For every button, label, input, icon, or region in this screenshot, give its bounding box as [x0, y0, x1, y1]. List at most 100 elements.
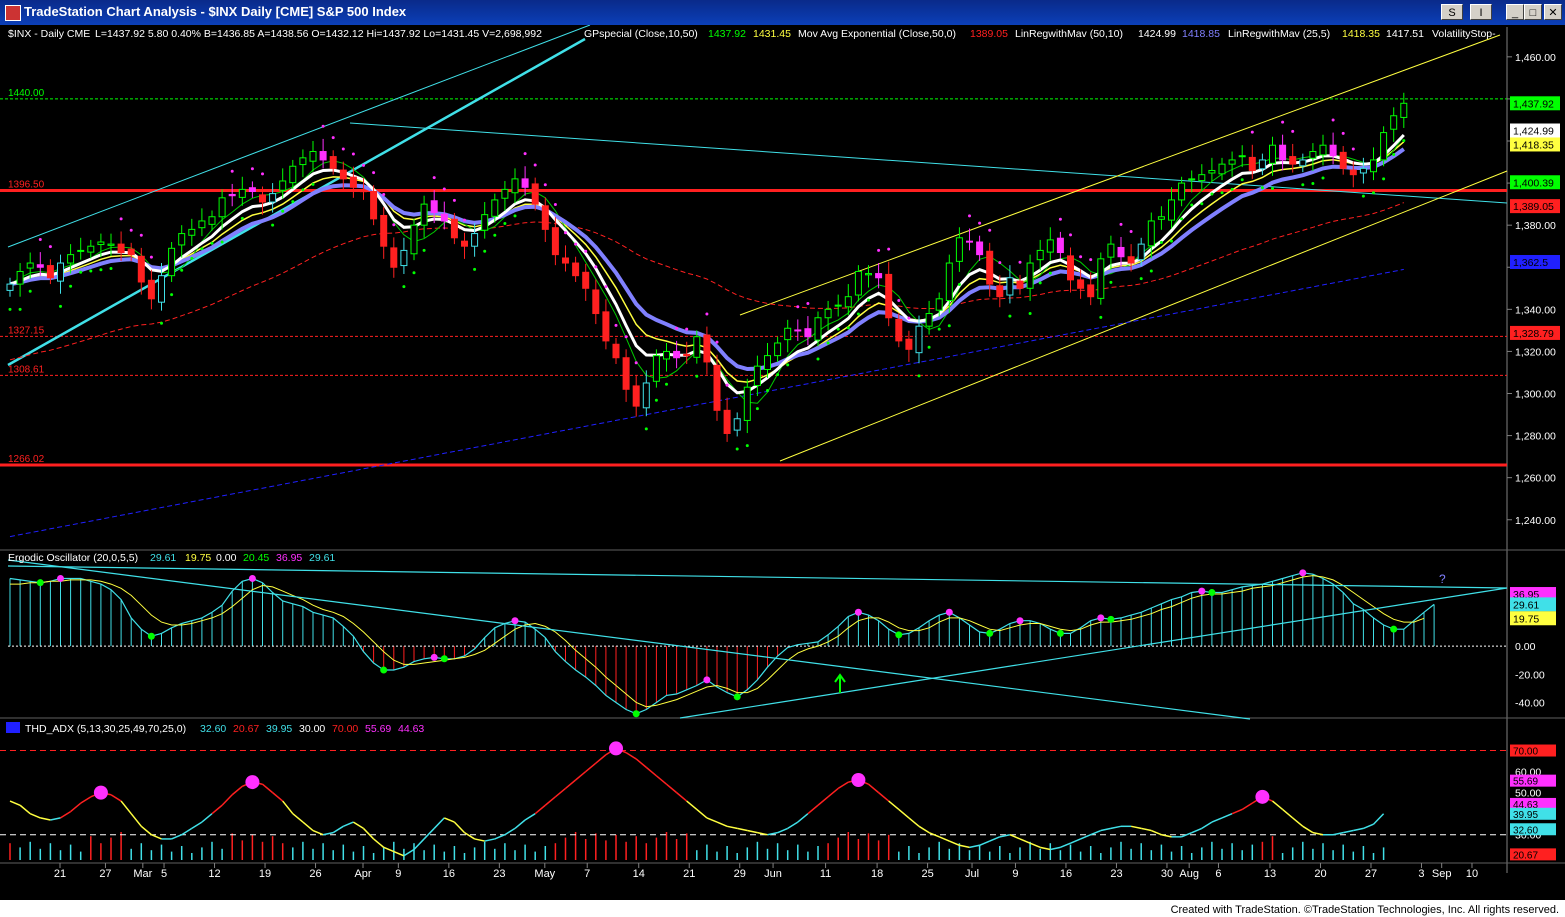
maximize-button[interactable]: □	[1524, 4, 1542, 20]
volatility-stop-dot	[1361, 194, 1365, 198]
horizontal-level-label: 1308.61	[8, 364, 45, 375]
price-tick-label: 1,280.00	[1515, 431, 1556, 443]
volatility-stop-dot	[311, 182, 315, 186]
adx-value-6: 55.69	[365, 723, 391, 735]
minimize-button[interactable]: _	[1506, 4, 1524, 20]
price-tag: 1,389.05	[1510, 199, 1560, 214]
ergodic-value-6: 29.61	[309, 552, 335, 564]
candle	[410, 218, 418, 261]
volatility-stop-dot	[604, 285, 608, 289]
date-tick-label: 23	[1110, 868, 1122, 880]
svg-text:1,437.92: 1,437.92	[1513, 98, 1554, 110]
svg-text:1,389.05: 1,389.05	[1513, 201, 1554, 213]
interval-button[interactable]: I	[1470, 4, 1492, 20]
volatility-stop-dot	[341, 147, 345, 151]
volatility-stop-dot	[957, 283, 961, 287]
volatility-stop-dot	[523, 152, 527, 156]
linreg-25-value-1: 1418.35	[1342, 28, 1380, 40]
volatility-stop-dot	[584, 249, 588, 253]
adx-value-2: 20.67	[233, 723, 259, 735]
volatility-stop-dot	[331, 136, 335, 140]
svg-text:19.75: 19.75	[1513, 613, 1539, 625]
volatility-stop-dot	[28, 289, 32, 293]
date-tick-label: Mar	[133, 868, 152, 880]
volatility-stop-dot	[705, 312, 709, 316]
date-tick-label: 27	[1365, 868, 1377, 880]
svg-text:1,424.99: 1,424.99	[1513, 126, 1554, 138]
ergodic-trough-dot	[1390, 625, 1398, 633]
gp-label: GPspecial (Close,10,50)	[584, 28, 698, 40]
date-tick-label: 13	[1264, 868, 1276, 880]
date-tick-label: 16	[1060, 868, 1072, 880]
volatility-stop-dot	[654, 398, 658, 402]
volatility-stop-dot	[1260, 186, 1264, 190]
volatility-stop-dot	[1240, 178, 1244, 182]
volatility-stop-dot	[1331, 118, 1335, 122]
volatility-stop-dot	[271, 223, 275, 227]
linreg-25-label: LinRegwithMav (25,5)	[1228, 28, 1330, 40]
adx-peak-marker	[851, 773, 866, 787]
volatility-stop-dot	[786, 363, 790, 367]
volatility-stop-dot	[877, 248, 881, 252]
date-tick-label: 27	[99, 868, 111, 880]
volatility-stop-dot	[38, 237, 42, 241]
volatility-stop-dot	[119, 217, 123, 221]
symbol-link-button[interactable]: S	[1441, 4, 1463, 20]
volatility-stop-dot	[988, 228, 992, 232]
date-tick-label: 11	[820, 868, 831, 880]
volatility-stop-dot	[856, 312, 860, 316]
app-icon	[5, 5, 21, 21]
volatility-stop-dot	[1119, 222, 1123, 226]
volatility-stop-dot	[1109, 280, 1113, 284]
adx-value-tag: 39.95	[1510, 807, 1556, 821]
gp-value-1: 1437.92	[708, 28, 746, 40]
volatility-stop-dot	[574, 242, 578, 246]
volatility-stop-dot	[745, 444, 749, 448]
volatility-stop-dot	[250, 167, 254, 171]
volatility-stop-dot	[109, 267, 113, 271]
price-symbol: $INX - Daily CME	[8, 28, 90, 40]
volatility-stop-dot	[917, 374, 921, 378]
volatility-stop-dot	[1220, 191, 1224, 195]
svg-text:32.60: 32.60	[1513, 825, 1538, 836]
volatility-stop-dot	[766, 389, 769, 393]
footer-credit: Created with TradeStation. ©TradeStation…	[1170, 904, 1559, 916]
adx-peak-marker	[245, 775, 260, 790]
adx-value-1: 32.60	[200, 723, 226, 735]
price-tick-label: 1,460.00	[1515, 52, 1556, 64]
volatility-stop-dot	[1028, 312, 1032, 316]
volatility-stop-dot	[160, 321, 163, 325]
linreg-25-value-2: 1417.51	[1386, 28, 1424, 40]
ergodic-peak-dot	[430, 653, 438, 661]
price-tag: 1,400.39	[1510, 175, 1560, 190]
volatility-stop-dot	[1180, 217, 1184, 221]
adx-value-tag: 32.60	[1510, 823, 1556, 836]
volatility-stop-dot	[1382, 177, 1386, 181]
volatility-stop-dot	[402, 285, 406, 289]
volatility-stop-dot	[685, 327, 689, 331]
date-tick-label: 12	[208, 868, 220, 880]
volatility-stop-dot	[1129, 229, 1133, 233]
volatility-stop-dot	[998, 261, 1002, 265]
date-tick-label: 9	[1012, 868, 1018, 880]
ergodic-value-tag: 29.61	[1510, 597, 1556, 612]
close-button[interactable]: ✕	[1544, 4, 1562, 20]
volatility-stop-dot	[1351, 147, 1355, 151]
adx-value-tag: 70.00	[1510, 744, 1556, 758]
horizontal-level-label: 1266.02	[8, 454, 45, 465]
ergodic-label: Ergodic Oscillator (20,0,5,5)	[8, 552, 138, 564]
date-tick-label: 29	[734, 868, 746, 880]
date-tick-label: 30	[1161, 868, 1173, 880]
ergodic-peak-dot	[511, 617, 519, 625]
svg-text:20.67: 20.67	[1513, 850, 1538, 861]
ergodic-tick-label: -20.00	[1515, 669, 1545, 681]
adx-label: THD_ADX (5,13,30,25,49,70,25,0)	[25, 723, 186, 735]
window-title: TradeStation Chart Analysis - $INX Daily…	[24, 4, 407, 19]
candle	[1097, 252, 1105, 305]
ergodic-trough-dot	[380, 666, 388, 674]
candle	[1380, 126, 1388, 167]
ergodic-peak-dot	[1198, 587, 1206, 595]
volatility-stop-dot	[1271, 187, 1274, 191]
date-tick-label: Jun	[764, 868, 782, 880]
price-tag: 1,418.35	[1510, 137, 1560, 152]
